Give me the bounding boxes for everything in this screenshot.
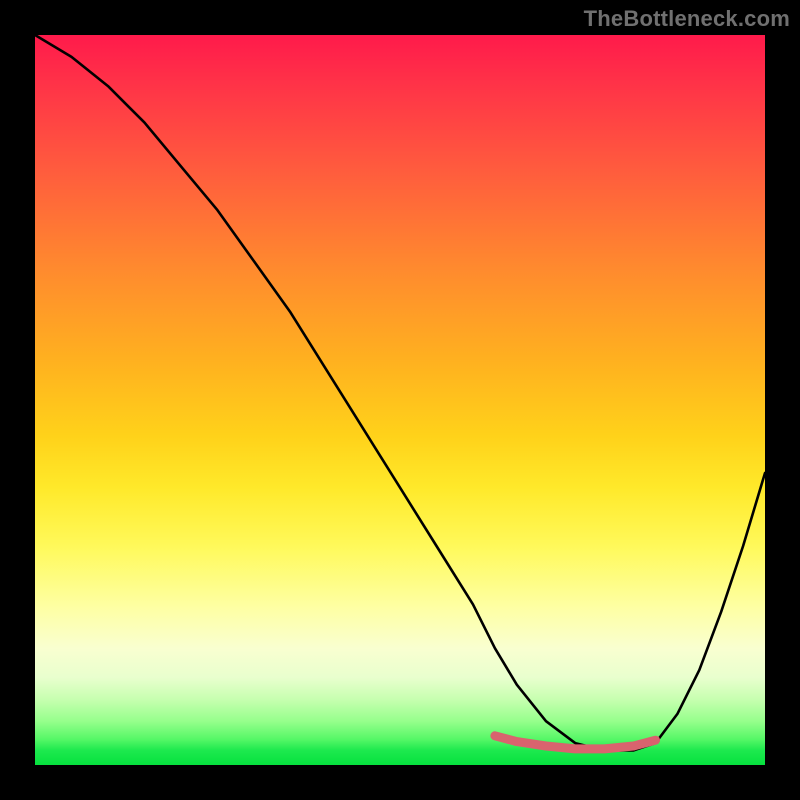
watermark-text: TheBottleneck.com [584, 6, 790, 32]
bottleneck-curve [35, 35, 765, 750]
chart-frame: TheBottleneck.com [0, 0, 800, 800]
plot-area [35, 35, 765, 765]
chart-svg [35, 35, 765, 765]
